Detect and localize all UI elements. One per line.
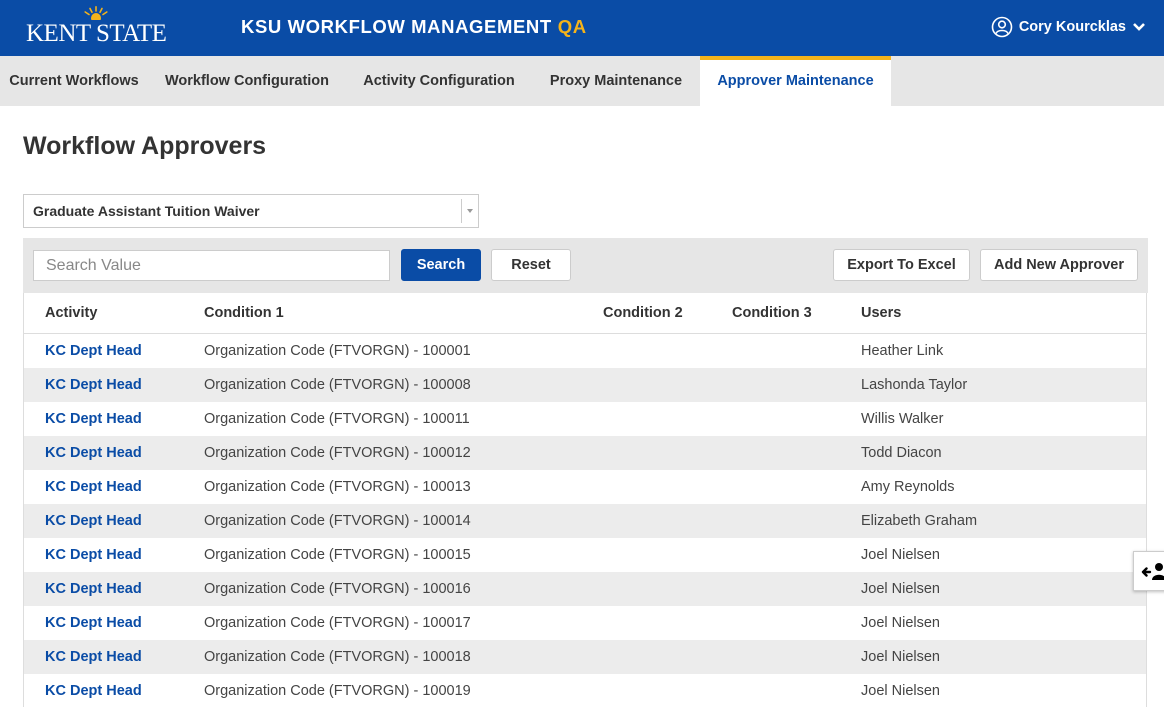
tab-label: Approver Maintenance xyxy=(717,73,874,89)
users-cell: Amy Reynolds xyxy=(861,479,955,495)
users-cell: Joel Nielsen xyxy=(861,581,940,597)
users-cell: Lashonda Taylor xyxy=(861,377,968,393)
condition-1-cell: Organization Code (FTVORGN) - 100016 xyxy=(204,581,471,597)
user-name: Cory Kourcklas xyxy=(1018,19,1126,35)
users-cell: Joel Nielsen xyxy=(861,649,940,665)
table-row: KC Dept Head Organization Code (FTVORGN) … xyxy=(24,606,1146,640)
search-button[interactable]: Search xyxy=(401,249,481,281)
users-cell: Willis Walker xyxy=(861,411,944,427)
activity-link[interactable]: KC Dept Head xyxy=(45,615,142,631)
users-cell: Joel Nielsen xyxy=(861,615,940,631)
activity-link[interactable]: KC Dept Head xyxy=(45,547,142,563)
reset-button[interactable]: Reset xyxy=(491,249,571,281)
kent-state-logo[interactable]: KENT STATE xyxy=(26,6,167,48)
select-divider xyxy=(461,199,462,223)
app-title-text: KSU WORKFLOW MANAGEMENT xyxy=(241,16,552,37)
condition-1-cell: Organization Code (FTVORGN) - 100014 xyxy=(204,513,471,529)
column-header-condition-3[interactable]: Condition 3 xyxy=(732,305,812,321)
table-row: KC Dept Head Organization Code (FTVORGN) … xyxy=(24,674,1146,707)
users-cell: Joel Nielsen xyxy=(861,547,940,563)
activity-link[interactable]: KC Dept Head xyxy=(45,343,142,359)
activity-link[interactable]: KC Dept Head xyxy=(45,683,142,699)
table-row: KC Dept Head Organization Code (FTVORGN) … xyxy=(24,640,1146,674)
users-cell: Elizabeth Graham xyxy=(861,513,978,529)
chevron-down-icon xyxy=(1133,23,1145,31)
activity-link[interactable]: KC Dept Head xyxy=(45,479,142,495)
condition-1-cell: Organization Code (FTVORGN) - 100012 xyxy=(204,445,471,461)
search-toolbar: Search Reset Export To Excel Add New App… xyxy=(23,238,1148,293)
table-row: KC Dept Head Organization Code (FTVORGN) … xyxy=(24,504,1146,538)
tab-activity-configuration[interactable]: Activity Configuration xyxy=(346,56,532,106)
export-to-excel-button[interactable]: Export To Excel xyxy=(833,249,970,281)
user-circle-icon xyxy=(991,16,1013,38)
activity-link[interactable]: KC Dept Head xyxy=(45,581,142,597)
activity-link[interactable]: KC Dept Head xyxy=(45,411,142,427)
table-row: KC Dept Head Organization Code (FTVORGN) … xyxy=(24,470,1146,504)
tab-workflow-configuration[interactable]: Workflow Configuration xyxy=(148,56,346,106)
column-header-condition-1[interactable]: Condition 1 xyxy=(204,305,284,321)
page-title: Workflow Approvers xyxy=(23,132,267,160)
user-menu[interactable]: Cory Kourcklas xyxy=(991,14,1146,40)
tab-label: Proxy Maintenance xyxy=(549,73,683,89)
users-cell: Todd Diacon xyxy=(861,445,942,461)
table-row: KC Dept Head Organization Code (FTVORGN) … xyxy=(24,436,1146,470)
logo-text: KENT STATE xyxy=(26,20,167,47)
tab-label: Current Workflows xyxy=(9,73,139,89)
activity-link[interactable]: KC Dept Head xyxy=(45,445,142,461)
tab-proxy-maintenance[interactable]: Proxy Maintenance xyxy=(532,56,700,106)
side-exit-widget[interactable] xyxy=(1133,551,1164,591)
table-row: KC Dept Head Organization Code (FTVORGN) … xyxy=(24,538,1146,572)
add-new-approver-button[interactable]: Add New Approver xyxy=(980,249,1138,281)
top-header-bar: KENT STATE KSU WORKFLOW MANAGEMENT QA Cor… xyxy=(0,0,1164,56)
condition-1-cell: Organization Code (FTVORGN) - 100001 xyxy=(204,343,471,359)
condition-1-cell: Organization Code (FTVORGN) - 100018 xyxy=(204,649,471,665)
workflow-select-value: Graduate Assistant Tuition Waiver xyxy=(33,203,260,219)
tab-label: Workflow Configuration xyxy=(164,73,330,89)
table-row: KC Dept Head Organization Code (FTVORGN) … xyxy=(24,368,1146,402)
condition-1-cell: Organization Code (FTVORGN) - 100011 xyxy=(204,411,470,427)
table-row: KC Dept Head Organization Code (FTVORGN) … xyxy=(24,402,1146,436)
activity-link[interactable]: KC Dept Head xyxy=(45,649,142,665)
exit-user-icon xyxy=(1141,563,1164,580)
main-nav: Current Workflows Workflow Configuration… xyxy=(0,56,1164,106)
table-row: KC Dept Head Organization Code (FTVORGN) … xyxy=(24,334,1146,368)
table-header: Activity Condition 1 Condition 2 Conditi… xyxy=(24,293,1146,334)
table-row: KC Dept Head Organization Code (FTVORGN) … xyxy=(24,572,1146,606)
users-cell: Heather Link xyxy=(861,343,944,359)
condition-1-cell: Organization Code (FTVORGN) - 100008 xyxy=(204,377,471,393)
tab-label: Activity Configuration xyxy=(363,73,515,89)
sun-icon xyxy=(84,6,108,20)
environment-badge: QA xyxy=(557,16,587,37)
search-input[interactable] xyxy=(33,250,390,281)
activity-link[interactable]: KC Dept Head xyxy=(45,377,142,393)
column-header-users[interactable]: Users xyxy=(861,305,901,321)
condition-1-cell: Organization Code (FTVORGN) - 100019 xyxy=(204,683,471,699)
caret-down-icon xyxy=(467,209,473,213)
condition-1-cell: Organization Code (FTVORGN) - 100017 xyxy=(204,615,471,631)
condition-1-cell: Organization Code (FTVORGN) - 100015 xyxy=(204,547,471,563)
condition-1-cell: Organization Code (FTVORGN) - 100013 xyxy=(204,479,471,495)
column-header-condition-2[interactable]: Condition 2 xyxy=(603,305,683,321)
column-header-activity[interactable]: Activity xyxy=(45,305,97,321)
approvers-table: Activity Condition 1 Condition 2 Conditi… xyxy=(23,293,1147,707)
app-title: KSU WORKFLOW MANAGEMENT QA xyxy=(241,16,587,38)
tab-approver-maintenance[interactable]: Approver Maintenance xyxy=(700,56,891,106)
activity-link[interactable]: KC Dept Head xyxy=(45,513,142,529)
tab-current-workflows[interactable]: Current Workflows xyxy=(0,56,148,106)
workflow-select[interactable]: Graduate Assistant Tuition Waiver xyxy=(23,194,479,228)
users-cell: Joel Nielsen xyxy=(861,683,940,699)
